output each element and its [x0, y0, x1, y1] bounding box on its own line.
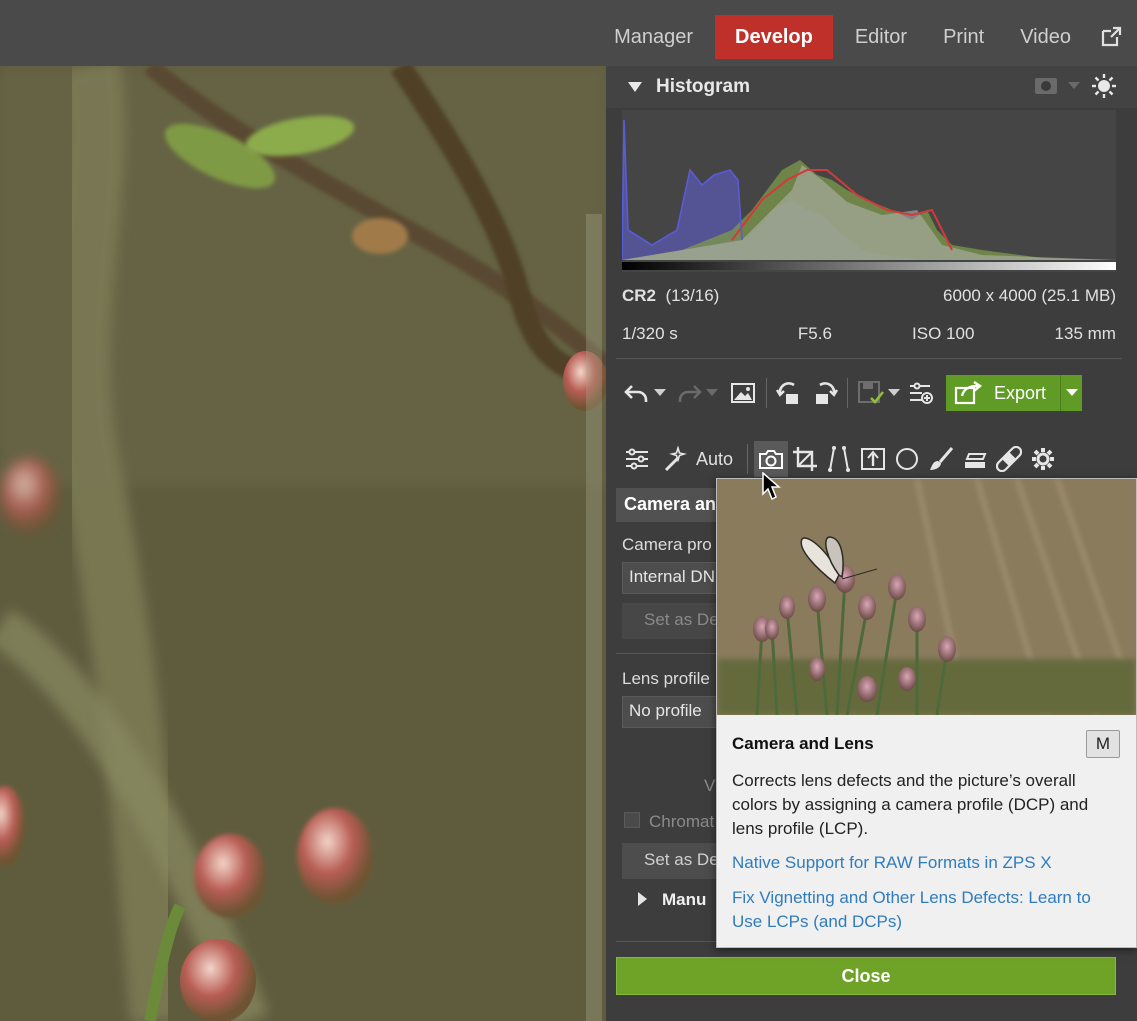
rotate-right-icon[interactable]	[807, 375, 841, 411]
file-index: (13/16)	[665, 286, 720, 305]
export-label: Export	[994, 382, 1047, 403]
histogram-header[interactable]: Histogram	[606, 66, 1137, 108]
expand-triangle-icon[interactable]	[638, 892, 647, 906]
brightness-icon[interactable]	[1091, 73, 1117, 99]
photo-preview[interactable]	[0, 66, 606, 1021]
collapse-triangle-icon[interactable]	[628, 82, 642, 92]
exif-row: 1/320 s F5.6 ISO 100 135 mm	[622, 324, 1116, 344]
tab-manager[interactable]: Manager	[596, 15, 711, 59]
histogram-title: Histogram	[656, 76, 750, 97]
vignetting-label: V	[704, 776, 716, 795]
aperture: F5.6	[797, 324, 832, 343]
perspective-icon[interactable]	[822, 441, 856, 477]
divider	[616, 358, 1122, 359]
separator	[847, 378, 848, 408]
link-fix-vignetting[interactable]: Fix Vignetting and Other Lens Defects: L…	[732, 886, 1122, 934]
crop-icon[interactable]	[788, 441, 822, 477]
undo-icon[interactable]	[620, 375, 654, 411]
share-icon	[954, 381, 983, 405]
tooltip-preview-image	[717, 479, 1136, 715]
rotate-left-icon[interactable]	[773, 375, 807, 411]
file-format: CR2	[622, 286, 657, 305]
adjustments-icon[interactable]	[620, 441, 654, 477]
lens-profile-label: Lens profile	[622, 669, 710, 688]
tooltip-title: Camera and Lens	[732, 734, 874, 753]
camera-mode-icon[interactable]	[1034, 76, 1058, 96]
shutter-speed: 1/320 s	[622, 324, 678, 343]
separator	[747, 444, 749, 474]
tab-print[interactable]: Print	[925, 15, 1002, 59]
magic-wand-icon[interactable]	[658, 441, 692, 477]
export-dropdown[interactable]	[1060, 375, 1082, 411]
mouse-cursor-icon	[762, 472, 781, 501]
camera-profile-label: Camera pro	[622, 535, 712, 554]
manual-section-label[interactable]: Manu	[662, 890, 706, 910]
top-navigation-bar: Manager Develop Editor Print Video	[0, 0, 1137, 66]
adjustment-presets-icon[interactable]	[904, 375, 938, 411]
develop-tools-row: Auto	[620, 439, 1060, 479]
histogram-graph	[621, 110, 1116, 272]
export-button[interactable]: Export	[946, 375, 1083, 411]
tab-video[interactable]: Video	[1002, 15, 1089, 59]
iso: ISO 100	[912, 324, 975, 343]
brush-icon[interactable]	[924, 441, 958, 477]
chevron-down-icon[interactable]	[706, 389, 718, 397]
photo-image	[0, 66, 606, 1021]
gear-icon[interactable]	[1026, 441, 1060, 477]
chevron-down-icon[interactable]	[654, 389, 666, 397]
close-button[interactable]: Close	[616, 957, 1116, 995]
radial-filter-icon[interactable]	[890, 441, 924, 477]
link-native-raw-support[interactable]: Native Support for RAW Formats in ZPS X	[732, 851, 1122, 875]
gradient-filter-icon[interactable]	[958, 441, 992, 477]
chromatic-aberration-label: Chromat	[649, 812, 715, 831]
tooltip-description: Corrects lens defects and the picture’s …	[732, 771, 1089, 838]
healing-bandage-icon[interactable]	[992, 441, 1026, 477]
image-dimensions: 6000 x 4000 (25.1 MB)	[943, 286, 1116, 305]
module-tabs: Manager Develop Editor Print Video	[596, 15, 1137, 59]
save-icon[interactable]	[854, 375, 888, 411]
chromatic-aberration-checkbox[interactable]	[624, 812, 640, 828]
focal-length: 135 mm	[1054, 324, 1116, 343]
redo-icon[interactable]	[672, 375, 706, 411]
chevron-down-icon[interactable]	[888, 389, 900, 397]
external-window-icon[interactable]	[1089, 15, 1133, 59]
file-info-row: CR2 (13/16) 6000 x 4000 (25.1 MB)	[622, 286, 1116, 306]
tab-develop[interactable]: Develop	[715, 15, 833, 59]
image-compare-icon[interactable]	[726, 375, 760, 411]
chevron-down-icon	[1065, 389, 1078, 396]
camera-lens-tooltip: Camera and Lens M Corrects lens defects …	[716, 478, 1137, 948]
vertical-scrollbar[interactable]	[586, 214, 602, 1021]
tab-editor[interactable]: Editor	[837, 15, 925, 59]
chevron-down-icon[interactable]	[1068, 82, 1080, 90]
auto-label[interactable]: Auto	[696, 449, 733, 470]
levels-icon[interactable]	[856, 441, 890, 477]
action-toolbar: Export	[620, 373, 1083, 413]
shortcut-key-badge: M	[1086, 730, 1120, 758]
separator	[766, 378, 767, 408]
